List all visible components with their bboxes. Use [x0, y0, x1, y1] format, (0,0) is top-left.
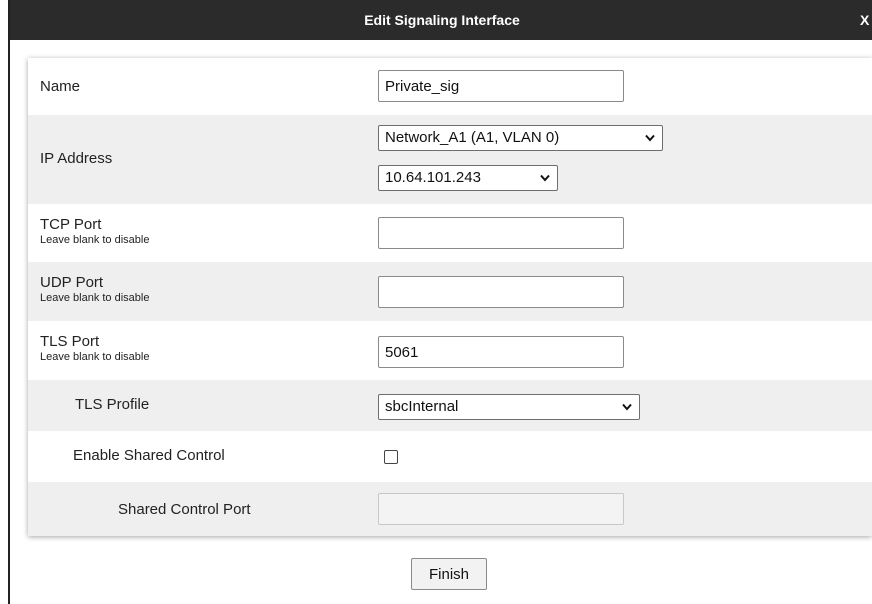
edit-signaling-interface-dialog: Edit Signaling Interface X Name IP Addre… — [8, 0, 872, 604]
tcp-port-label: TCP Port — [40, 216, 102, 233]
chevron-down-icon — [540, 174, 550, 182]
tcp-port-row: TCP Port Leave blank to disable — [28, 204, 872, 262]
ip-address-row: IP Address Network_A1 (A1, VLAN 0) 10.64… — [28, 115, 872, 204]
udp-port-hint: Leave blank to disable — [40, 292, 150, 304]
enable-shared-control-row: Enable Shared Control — [28, 431, 872, 482]
tls-port-row: TLS Port Leave blank to disable — [28, 321, 872, 380]
tls-profile-row: TLS Profile sbcInternal — [28, 380, 872, 431]
ip-select[interactable]: 10.64.101.243 — [378, 165, 558, 191]
chevron-down-icon — [645, 134, 655, 142]
tls-profile-label: TLS Profile — [75, 396, 150, 413]
enable-shared-control-label: Enable Shared Control — [73, 447, 225, 464]
name-label: Name — [40, 78, 81, 95]
ip-address-label: IP Address — [40, 150, 113, 167]
shared-control-port-label: Shared Control Port — [118, 501, 251, 518]
name-field[interactable] — [378, 70, 624, 102]
tls-port-label: TLS Port — [40, 333, 100, 350]
tls-port-hint: Leave blank to disable — [40, 351, 150, 363]
dialog-titlebar: Edit Signaling Interface X — [10, 0, 872, 40]
tls-profile-select[interactable]: sbcInternal — [378, 394, 640, 420]
tcp-port-field[interactable] — [378, 217, 624, 249]
tls-port-field[interactable] — [378, 336, 624, 368]
udp-port-field[interactable] — [378, 276, 624, 308]
enable-shared-control-checkbox[interactable] — [384, 450, 398, 464]
tls-profile-value: sbcInternal — [385, 398, 459, 415]
form-panel: Name IP Address Network_A1 (A1, VLAN 0) … — [28, 58, 872, 536]
network-select-value: Network_A1 (A1, VLAN 0) — [385, 129, 560, 146]
shared-control-port-field — [378, 493, 624, 525]
chevron-down-icon — [622, 403, 632, 411]
finish-button[interactable]: Finish — [411, 558, 487, 590]
dialog-title: Edit Signaling Interface — [364, 12, 520, 28]
shared-control-port-row: Shared Control Port — [28, 482, 872, 536]
name-row: Name — [28, 58, 872, 115]
ip-select-value: 10.64.101.243 — [385, 169, 481, 186]
udp-port-row: UDP Port Leave blank to disable — [28, 262, 872, 321]
network-select[interactable]: Network_A1 (A1, VLAN 0) — [378, 125, 663, 151]
close-icon[interactable]: X — [860, 0, 872, 40]
tcp-port-hint: Leave blank to disable — [40, 234, 150, 246]
udp-port-label: UDP Port — [40, 274, 104, 291]
